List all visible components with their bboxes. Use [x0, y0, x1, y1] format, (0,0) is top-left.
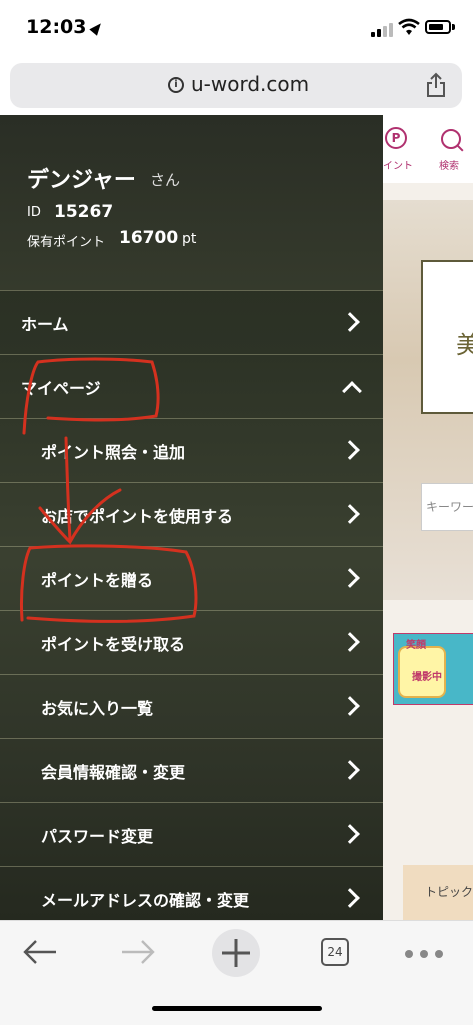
battery-cap: [452, 24, 455, 30]
forward-icon[interactable]: [120, 939, 156, 965]
keyword-search-input[interactable]: キーワー: [421, 483, 473, 531]
user-name: デンジャー: [27, 168, 136, 193]
menu-item-mypage[interactable]: マイページ: [0, 354, 383, 418]
promo-banner[interactable]: 笑顔 撮影中: [393, 633, 473, 705]
more-options-icon[interactable]: [405, 950, 445, 958]
menu-item-label: 会員情報確認・変更: [41, 763, 186, 782]
chevron-right-icon: [340, 440, 360, 460]
menu-item-email[interactable]: メールアドレスの確認・変更: [0, 866, 383, 920]
battery-icon: [425, 20, 451, 34]
chevron-right-icon: [340, 824, 360, 844]
home-indicator: [152, 1006, 322, 1011]
menu-item-label: ポイントを受け取る: [41, 635, 186, 654]
plus-icon: [222, 939, 250, 967]
chevron-right-icon: [340, 696, 360, 716]
chevron-up-icon: [342, 381, 362, 401]
search-icon[interactable]: [441, 129, 461, 149]
status-bar: 12:03: [0, 0, 473, 58]
menu-item-label: ポイント照会・追加: [41, 443, 186, 462]
points-value: 16700: [119, 228, 179, 248]
hero-title-char: 美: [456, 331, 473, 359]
chevron-right-icon: [340, 632, 360, 652]
menu-item-point-inquiry[interactable]: ポイント照会・追加: [0, 418, 383, 482]
share-icon[interactable]: [425, 72, 447, 98]
topic-button[interactable]: トピック: [403, 865, 473, 920]
back-icon[interactable]: [22, 939, 58, 965]
chevron-right-icon: [340, 888, 360, 908]
menu-item-label: マイページ: [21, 379, 101, 398]
background-page: P イント 検索 美 キーワー 笑顔 撮影中 トピック: [383, 115, 473, 920]
menu-item-label: パスワード変更: [41, 827, 154, 846]
menu-item-label: お気に入り一覧: [41, 699, 154, 718]
menu-item-label: ポイントを贈る: [41, 571, 154, 590]
info-icon[interactable]: i: [168, 77, 184, 93]
menu-item-send-points[interactable]: ポイントを贈る: [0, 546, 383, 610]
menu-item-label: お店でポイントを使用する: [41, 507, 234, 526]
user-profile: デンジャー さん ID 15267 保有ポイント 16700 pt: [0, 115, 383, 290]
menu-item-label: ホーム: [21, 315, 69, 334]
url-text[interactable]: u-word.com: [191, 72, 309, 96]
user-honorific: さん: [150, 171, 181, 189]
chevron-right-icon: [340, 312, 360, 332]
status-time: 12:03: [26, 16, 106, 38]
tab-count-button[interactable]: 24: [321, 938, 349, 966]
new-tab-button[interactable]: [212, 929, 260, 977]
menu-item-home[interactable]: ホーム: [0, 290, 383, 354]
location-arrow-icon: [89, 19, 106, 36]
side-drawer: デンジャー さん ID 15267 保有ポイント 16700 pt ホーム マイ…: [0, 115, 383, 920]
menu-item-change-password[interactable]: パスワード変更: [0, 802, 383, 866]
banner-text: 笑顔: [406, 640, 426, 651]
wifi-icon: [398, 18, 420, 35]
chevron-right-icon: [340, 568, 360, 588]
menu-item-favorites[interactable]: お気に入り一覧: [0, 674, 383, 738]
chevron-right-icon: [340, 760, 360, 780]
chevron-right-icon: [340, 504, 360, 524]
point-nav-label[interactable]: イント: [383, 157, 413, 172]
user-id-label: ID: [27, 205, 41, 220]
status-time-text: 12:03: [26, 16, 87, 38]
menu-item-member-info[interactable]: 会員情報確認・変更: [0, 738, 383, 802]
points-label: 保有ポイント: [27, 235, 106, 250]
search-nav-label[interactable]: 検索: [439, 157, 459, 172]
page-header: P イント 検索: [383, 115, 473, 183]
points-unit: pt: [182, 231, 197, 247]
address-bar[interactable]: i u-word.com: [10, 63, 462, 108]
menu-item-receive-points[interactable]: ポイントを受け取る: [0, 610, 383, 674]
menu-item-use-points-in-store[interactable]: お店でポイントを使用する: [0, 482, 383, 546]
cellular-signal-icon: [371, 23, 393, 37]
user-id-value: 15267: [54, 202, 114, 222]
menu-item-label: メールアドレスの確認・変更: [41, 891, 250, 910]
point-icon[interactable]: P: [385, 127, 407, 149]
banner-subtext: 撮影中: [412, 672, 442, 683]
